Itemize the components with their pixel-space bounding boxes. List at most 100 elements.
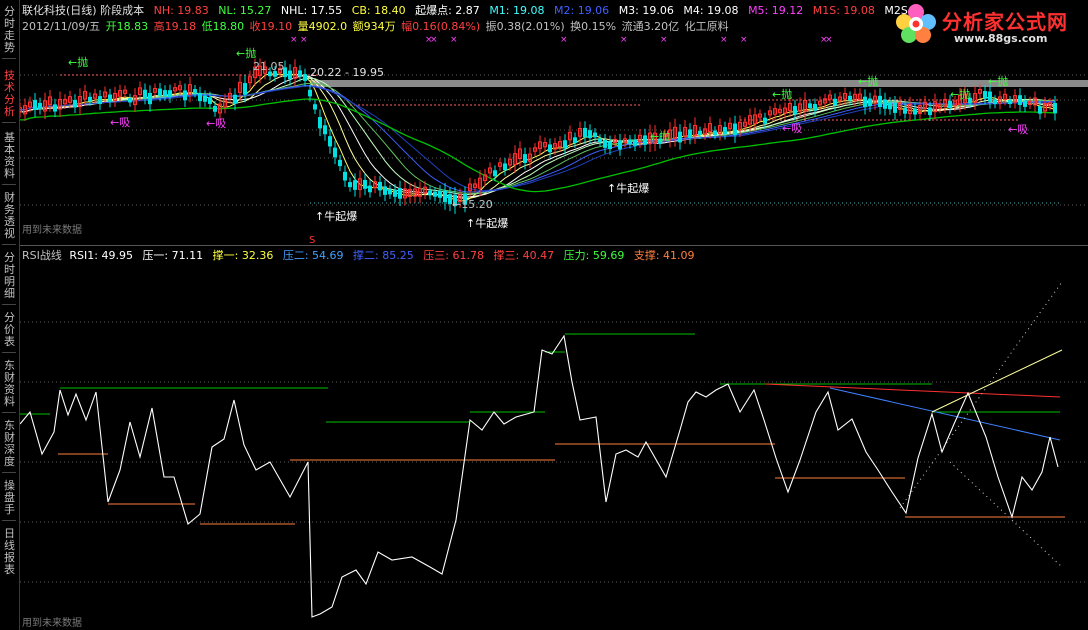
rsi-grid [20,321,1088,583]
high-mark-label: 21.05 [253,60,285,73]
trend-line-red [764,383,1061,398]
candle-body [993,99,997,105]
candle-body [363,179,367,189]
candle-body [38,102,42,110]
candle-body [763,117,767,124]
pao-label: ←抛 [988,74,1008,88]
sidebar-separator [2,58,16,59]
candle-body [388,189,392,195]
candle-body [53,104,57,112]
candle-body [493,170,497,177]
candle-body [158,88,162,96]
signal-marker: × [290,35,298,45]
candle-body [33,99,37,110]
ya1-value: 压一: 71.11 [142,249,204,262]
candle-body [548,144,552,153]
signal-marker: × [300,35,308,45]
rsi1-line [20,334,1059,618]
tab-fenshi-zoushi[interactable]: 分时走势 [1,6,18,54]
candle-body [353,180,357,190]
tab-jishu-fenxi[interactable]: 技术分析 [1,70,18,118]
candle-body [628,139,632,145]
candle-body [378,181,382,191]
panel-divider[interactable] [20,245,1088,246]
candle-body [813,103,817,111]
candle-body [73,99,77,108]
niu-qibao-label: ↑牛起爆 [466,216,508,230]
candle-body [198,92,202,102]
sidebar-separator [2,520,16,521]
rsi-header-line: RSI战线 RSI1: 49.95 压一: 71.11 撑一: 32.36 压二… [22,249,701,262]
candle-body [338,159,342,167]
s-mark-label: S [309,235,315,245]
candle-body [163,90,167,96]
candle-body [233,94,237,104]
candle-body [148,92,152,105]
candle-body [313,104,317,110]
tab-dongcai-shendu[interactable]: 东财深度 [1,420,18,468]
signal-marker: × [825,35,833,45]
price-footer-note: 用到未来数据 [22,225,82,236]
candle-body [503,163,507,171]
candle-body [393,189,397,197]
candle-body [883,99,887,109]
candle-body [398,188,402,199]
zhicheng-value: 支撑: 41.09 [633,249,695,262]
candle-body [893,103,897,113]
chart-area[interactable]: 联化科技(日线) 阶段成本 NH: 19.83 NL: 15.27 NHL: 1… [20,0,1088,630]
rsi-line [20,334,1059,618]
site-logo: 分析家公式网 www.88gs.com [888,0,1088,48]
niu-qibao-label: ↑牛起爆 [315,209,357,223]
xi-label: ←吸 [782,122,802,135]
candle-body [593,132,597,138]
candle-body [863,96,867,108]
tab-fenshi-mingxi[interactable]: 分时明细 [1,252,18,300]
trend-line-dotted [949,461,1063,568]
sidebar-separator [2,304,16,305]
candle-body [193,89,197,94]
pao-label: ←抛 [950,87,970,101]
candle-body [713,130,717,136]
rsi-level-lines [20,281,1065,568]
candle-body [383,186,387,195]
candle-body [573,137,577,144]
trend-line-yellow [931,349,1063,413]
tab-jiben-ziliao[interactable]: 基本资料 [1,132,18,180]
candle-body [333,147,337,158]
xi-label: ←吸 [110,116,130,129]
candle-body [618,140,622,150]
signal-marker: × [450,35,458,45]
pao-label: ←抛 [858,74,878,88]
candle-body [308,89,312,97]
candle-body [343,171,347,181]
rsi-chart[interactable] [20,262,1088,630]
range-band [310,80,1088,87]
candle-body [1008,100,1012,105]
candle-body [698,130,702,135]
candle-body [913,108,917,115]
yali-value: 压力: 59.69 [563,249,625,262]
sidebar-separator [2,244,16,245]
candle-body [833,98,837,106]
tab-rixian-baobiao[interactable]: 日线报表 [1,528,18,576]
tab-caopanshou[interactable]: 操盘手 [1,480,18,516]
sidebar-separator [2,122,16,123]
sidebar-separator [2,352,16,353]
low-mark-label: ←15.20 [452,198,493,211]
candle-body [643,135,647,145]
signal-marker: × [560,35,568,45]
candle-body [303,74,307,81]
signal-marker: × [740,35,748,45]
candle-body [588,130,592,139]
candle-body [438,190,442,198]
candle-body [168,90,172,98]
candle-body [733,123,737,136]
candle-body [88,96,92,102]
candle-body [888,102,892,110]
candle-body [688,129,692,139]
tab-caiwu-toushi[interactable]: 财务透视 [1,192,18,240]
tab-fenjia-biao[interactable]: 分价表 [1,312,18,348]
tab-dongcai-ziliao[interactable]: 东财资料 [1,360,18,408]
candle-body [808,103,812,109]
candle-body [1053,103,1057,114]
